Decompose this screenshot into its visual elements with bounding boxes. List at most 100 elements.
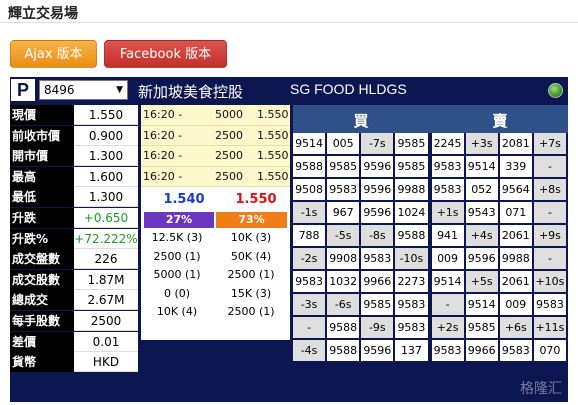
broker-cell: 9583 xyxy=(431,179,464,200)
stat-label: 成交盤數 xyxy=(10,249,74,270)
trade-row: 16:20 - 2500 1.550 xyxy=(141,146,290,167)
stat-label: 總成交 xyxy=(10,290,74,311)
broker-queue-header: 買 賣 xyxy=(293,105,568,133)
order-depth: 12.5K (3) 10K (3) 2500 (1) 50K (4) 5000 (1) 2… xyxy=(141,229,290,322)
broker-cell: 9585 xyxy=(465,317,498,338)
broker-cell: 052 xyxy=(465,179,498,200)
broker-cell: -10s xyxy=(395,248,428,269)
depth-bid: 5000 (1) xyxy=(153,268,201,282)
broker-cell: 9583 xyxy=(395,294,428,315)
trade-row: 16:20 - 2500 1.550 xyxy=(141,166,290,188)
stat-value: 1.87M xyxy=(74,269,138,290)
trade-price: 1.550 xyxy=(257,149,289,163)
depth-spacer xyxy=(141,321,290,340)
quote-header: P 8496 ▼ 新加坡美食控股 SG FOOD HLDGS xyxy=(10,77,568,103)
stat-value: 0.01 xyxy=(74,331,138,352)
broker-cell: +9s xyxy=(533,225,566,246)
broker-cell: +7s xyxy=(533,133,566,154)
recent-trades: 16:20 - 5000 1.550 16:20 - 2500 1.550 16:20 - 2… xyxy=(141,105,290,188)
trade-volume: 2500 xyxy=(215,169,243,183)
broker-cell: -8s xyxy=(361,225,394,246)
trade-time: 16:20 - xyxy=(143,149,183,163)
broker-cell: 9588 xyxy=(327,340,360,361)
broker-cell: 9583 xyxy=(361,248,394,269)
broker-cell: 9596 xyxy=(361,202,394,223)
stat-value: 1.300 xyxy=(74,146,138,167)
stat-label: 最低 xyxy=(10,187,74,208)
broker-queue-row: -2s 9908 9583 -10s 009 9596 9988- xyxy=(293,248,568,269)
depth-row: 5000 (1) 2500 (1) xyxy=(141,266,290,285)
broker-cell: -5s xyxy=(327,225,360,246)
quote-panel: P 8496 ▼ 新加坡美食控股 SG FOOD HLDGS 現價 1.550 前收… xyxy=(10,77,568,402)
dropdown-arrow-icon: ▼ xyxy=(116,85,123,95)
broker-cell: 788 xyxy=(293,225,326,246)
broker-cell: 9583 xyxy=(431,340,464,361)
broker-cell: 967 xyxy=(327,202,360,223)
stat-value: 2500 xyxy=(74,310,138,331)
stat-row: 前收市價 0.900 xyxy=(10,125,138,147)
broker-cell: -4s xyxy=(293,340,326,361)
broker-cell: +4s xyxy=(465,225,498,246)
broker-queue-row: 9583 1032 9966 2273 9514 +5s 2061 +10s xyxy=(293,271,568,292)
stat-row: 升跌% +72.222% xyxy=(10,228,138,250)
broker-cell: 9583 xyxy=(395,317,428,338)
broker-cell: 9514 xyxy=(465,156,498,177)
stat-label: 升跌% xyxy=(10,228,74,249)
broker-cell: +5s xyxy=(465,271,498,292)
broker-cell: 9908 xyxy=(327,248,360,269)
depth-ask: 15K (3) xyxy=(230,286,272,300)
broker-cell: 9588 xyxy=(327,317,360,338)
broker-cell: 1024 xyxy=(395,202,428,223)
stat-label: 每手股數 xyxy=(10,310,74,331)
depth-ask: 2500 (1) xyxy=(227,305,275,319)
stock-code-select[interactable]: 8496 ▼ xyxy=(39,80,128,100)
stat-row: 現價 1.550 xyxy=(10,105,138,126)
stat-value: +0.650 xyxy=(74,207,138,228)
broker-cell: 070 xyxy=(533,340,566,361)
trade-time: 16:20 - xyxy=(143,169,183,183)
broker-cell: 9583 xyxy=(431,156,464,177)
depth-ask: 2500 (1) xyxy=(227,268,275,282)
depth-ask: 10K (3) xyxy=(230,231,272,245)
broker-cell: 941 xyxy=(431,225,464,246)
broker-cell: 9966 xyxy=(361,271,394,292)
broker-cell: 9585 xyxy=(361,294,394,315)
trade-row: 16:20 - 2500 1.550 xyxy=(141,125,290,147)
stat-row: 成交盤數 226 xyxy=(10,249,138,270)
broker-cell: 2245 xyxy=(431,133,464,154)
broker-cell: 9596 xyxy=(361,156,394,177)
broker-cell: 9588 xyxy=(293,156,326,177)
facebook-version-button[interactable]: Facebook 版本 xyxy=(104,40,227,68)
broker-queue-row: -9588 -9s 9583 +2s 9585 +6s +11s xyxy=(293,317,568,338)
stat-label: 前收市價 xyxy=(10,125,74,146)
broker-cell: 9508 xyxy=(293,179,326,200)
stat-row: 升跌 +0.650 xyxy=(10,207,138,229)
broker-cell: 9514 xyxy=(431,271,464,292)
depth-row: 10K (4) 2500 (1) xyxy=(141,303,290,322)
broker-cell: - xyxy=(431,294,464,315)
broker-cell: +11s xyxy=(533,317,566,338)
ajax-version-button[interactable]: Ajax 版本 xyxy=(10,40,97,68)
broker-cell: +10s xyxy=(533,271,566,292)
broker-cell: 1032 xyxy=(327,271,360,292)
trades-and-depth: 16:20 - 5000 1.550 16:20 - 2500 1.550 16:20 - 2… xyxy=(141,105,290,340)
broker-cell: 009 xyxy=(431,248,464,269)
broker-queue-row: 9588 9585 9596 9585 9583 9514 339- xyxy=(293,156,568,177)
broker-cell: 9585 xyxy=(395,156,428,177)
broker-cell: -6s xyxy=(327,294,360,315)
broker-cell: 2061 xyxy=(499,271,532,292)
broker-queue-row: 9508 9583 9596 9988 9583 052 9564 +8s xyxy=(293,179,568,200)
stat-label: 差價 xyxy=(10,331,74,352)
broker-cell: 339 xyxy=(499,156,532,177)
broker-cell: 9564 xyxy=(499,179,532,200)
depth-row: 0 (0) 15K (3) xyxy=(141,285,290,304)
title-divider xyxy=(0,22,578,23)
broker-cell: 9588 xyxy=(395,225,428,246)
stat-row: 每手股數 2500 xyxy=(10,310,138,332)
broker-cell: 2273 xyxy=(395,271,428,292)
trade-volume: 2500 xyxy=(215,128,243,142)
stat-row: 差價 0.01 xyxy=(10,331,138,353)
stat-value: HKD xyxy=(74,352,138,373)
broker-cell: 9514 xyxy=(465,294,498,315)
broker-cell: 9583 xyxy=(533,294,566,315)
